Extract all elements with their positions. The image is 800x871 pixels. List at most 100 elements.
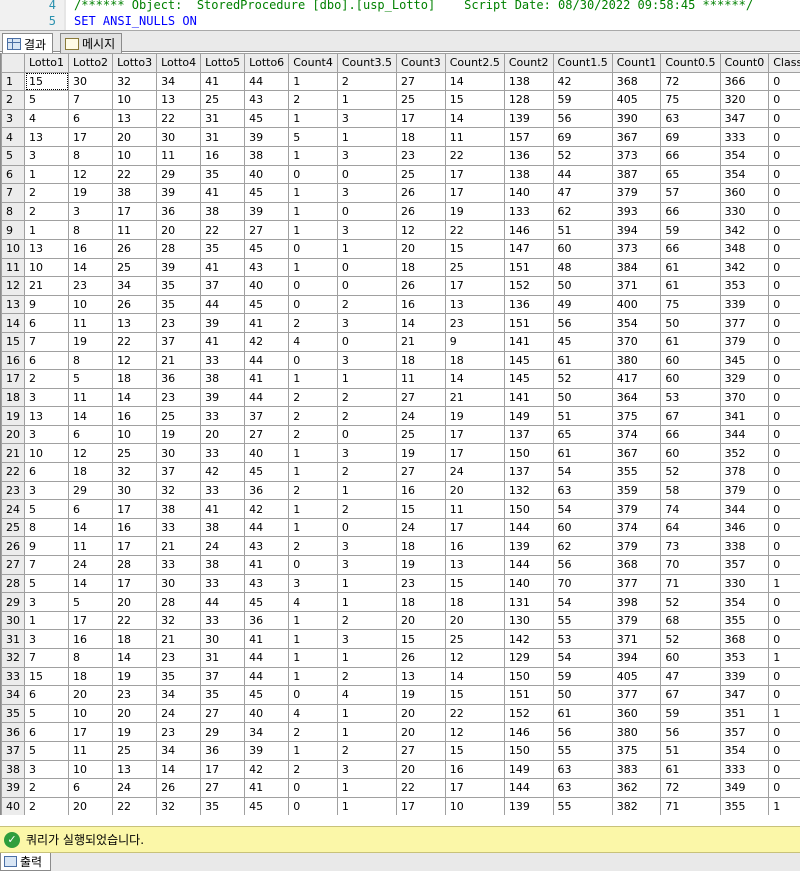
grid-cell[interactable]: 2 bbox=[336, 406, 398, 426]
grid-cell[interactable]: 41 bbox=[200, 71, 246, 92]
grid-cell[interactable]: 43 bbox=[244, 536, 290, 557]
grid-cell[interactable]: 1 bbox=[336, 480, 398, 501]
grid-cell[interactable]: 347 bbox=[719, 685, 770, 705]
grid-cell[interactable]: 36 bbox=[156, 369, 202, 389]
grid-cell[interactable]: 0 bbox=[288, 555, 338, 575]
grid-cell[interactable]: 378 bbox=[719, 462, 770, 482]
grid-cell[interactable]: 30 bbox=[156, 127, 202, 147]
grid-cell[interactable]: 21 bbox=[156, 536, 202, 557]
grid-cell[interactable]: 25 bbox=[396, 424, 446, 445]
grid-cell[interactable]: 37 bbox=[200, 276, 246, 296]
grid-cell[interactable]: 364 bbox=[611, 387, 662, 408]
grid-cell[interactable]: 2 bbox=[288, 536, 338, 557]
grid-cell[interactable]: 370 bbox=[719, 387, 770, 408]
grid-cell[interactable]: 43 bbox=[244, 573, 290, 594]
grid-cell[interactable]: 24 bbox=[112, 778, 158, 798]
grid-cell[interactable]: 25 bbox=[112, 443, 158, 464]
column-header[interactable]: Lotto4 bbox=[156, 53, 202, 73]
grid-cell[interactable]: 4 bbox=[288, 592, 338, 612]
grid-cell[interactable]: 45 bbox=[244, 294, 290, 315]
grid-cell[interactable]: 11 bbox=[156, 145, 202, 166]
grid-cell[interactable]: 355 bbox=[611, 462, 662, 482]
grid-cell[interactable]: 61 bbox=[552, 350, 613, 371]
grid-cell[interactable]: 370 bbox=[611, 331, 662, 352]
grid-cell[interactable]: 3 bbox=[336, 108, 398, 129]
grid-cell[interactable]: 56 bbox=[552, 555, 613, 575]
grid-cell[interactable]: 3 bbox=[23, 592, 70, 612]
grid-cell[interactable]: 379 bbox=[611, 183, 662, 203]
tab-output[interactable]: 출력 bbox=[0, 853, 52, 871]
grid-cell[interactable]: 8 bbox=[68, 145, 114, 166]
grid-cell[interactable]: 2 bbox=[288, 424, 338, 445]
grid-cell[interactable]: 377 bbox=[719, 313, 770, 333]
grid-cell[interactable]: 60 bbox=[552, 238, 613, 259]
grid-cell[interactable]: 15 bbox=[396, 629, 446, 649]
grid-cell[interactable]: 70 bbox=[552, 573, 613, 594]
column-header[interactable]: Lotto6 bbox=[244, 53, 290, 73]
grid-cell[interactable]: 45 bbox=[552, 331, 613, 352]
grid-cell[interactable]: 39 bbox=[244, 740, 290, 761]
grid-cell[interactable]: 3 bbox=[23, 759, 70, 780]
row-number-header[interactable]: 28 bbox=[1, 573, 25, 594]
grid-cell[interactable]: 5 bbox=[23, 703, 70, 724]
grid-cell[interactable]: 38 bbox=[200, 517, 246, 538]
grid-cell[interactable]: 2 bbox=[23, 796, 70, 815]
grid-cell[interactable]: 27 bbox=[396, 71, 446, 92]
grid-cell[interactable]: 0 bbox=[768, 294, 800, 315]
grid-cell[interactable]: 20 bbox=[396, 610, 446, 631]
grid-cell[interactable]: 44 bbox=[200, 294, 246, 315]
grid-cell[interactable]: 3 bbox=[23, 387, 70, 408]
grid-cell[interactable]: 49 bbox=[552, 294, 613, 315]
grid-cell[interactable]: 1 bbox=[288, 201, 338, 222]
grid-cell[interactable]: 50 bbox=[552, 387, 613, 408]
grid-cell[interactable]: 10 bbox=[23, 257, 70, 278]
grid-cell[interactable]: 360 bbox=[611, 703, 662, 724]
grid-cell[interactable]: 26 bbox=[156, 778, 202, 798]
grid-cell[interactable]: 157 bbox=[503, 127, 554, 147]
grid-cell[interactable]: 366 bbox=[719, 71, 770, 92]
row-number-header[interactable]: 5 bbox=[1, 145, 25, 166]
grid-cell[interactable]: 152 bbox=[503, 276, 554, 296]
grid-cell[interactable]: 11 bbox=[68, 387, 114, 408]
grid-cell[interactable]: 37 bbox=[156, 331, 202, 352]
grid-cell[interactable]: 0 bbox=[768, 610, 800, 631]
grid-cell[interactable]: 30 bbox=[112, 480, 158, 501]
grid-cell[interactable]: 18 bbox=[68, 462, 114, 482]
table-row[interactable]: 33 15 18 19 35 37 44 1 2 13 14 150 59 405 47 339 0 bbox=[1, 666, 800, 687]
grid-cell[interactable]: 73 bbox=[660, 536, 721, 557]
grid-cell[interactable]: 150 bbox=[503, 499, 554, 519]
grid-cell[interactable]: 50 bbox=[660, 313, 721, 333]
grid-cell[interactable]: 12 bbox=[112, 350, 158, 371]
grid-cell[interactable]: 0 bbox=[768, 276, 800, 296]
grid-cell[interactable]: 1 bbox=[288, 145, 338, 166]
grid-cell[interactable]: 5 bbox=[288, 127, 338, 147]
column-header[interactable]: Count1.5 bbox=[552, 53, 613, 73]
grid-cell[interactable]: 6 bbox=[23, 685, 70, 705]
column-header[interactable]: Lotto3 bbox=[112, 53, 158, 73]
grid-cell[interactable]: 64 bbox=[660, 517, 721, 538]
grid-cell[interactable]: 22 bbox=[444, 703, 505, 724]
grid-cell[interactable]: 54 bbox=[552, 648, 613, 668]
grid-cell[interactable]: 0 bbox=[288, 685, 338, 705]
grid-cell[interactable]: 11 bbox=[68, 313, 114, 333]
grid-cell[interactable]: 23 bbox=[156, 722, 202, 742]
grid-cell[interactable]: 27 bbox=[396, 740, 446, 761]
column-header[interactable]: Count0 bbox=[719, 53, 770, 73]
grid-cell[interactable]: 380 bbox=[611, 722, 662, 742]
grid-cell[interactable]: 368 bbox=[611, 71, 662, 92]
grid-cell[interactable]: 61 bbox=[660, 331, 721, 352]
grid-cell[interactable]: 0 bbox=[768, 145, 800, 166]
row-number-header[interactable]: 18 bbox=[1, 387, 25, 408]
grid-cell[interactable]: 347 bbox=[719, 108, 770, 129]
grid-cell[interactable]: 16 bbox=[444, 536, 505, 557]
grid-cell[interactable]: 1 bbox=[288, 71, 338, 92]
grid-cell[interactable]: 3 bbox=[23, 629, 70, 649]
grid-cell[interactable]: 22 bbox=[112, 796, 158, 815]
grid-cell[interactable]: 6 bbox=[23, 722, 70, 742]
grid-cell[interactable]: 330 bbox=[719, 201, 770, 222]
grid-cell[interactable]: 7 bbox=[23, 331, 70, 352]
grid-cell[interactable]: 57 bbox=[660, 183, 721, 203]
grid-cell[interactable]: 139 bbox=[503, 108, 554, 129]
grid-cell[interactable]: 33 bbox=[200, 406, 246, 426]
grid-cell[interactable]: 1 bbox=[288, 220, 338, 240]
